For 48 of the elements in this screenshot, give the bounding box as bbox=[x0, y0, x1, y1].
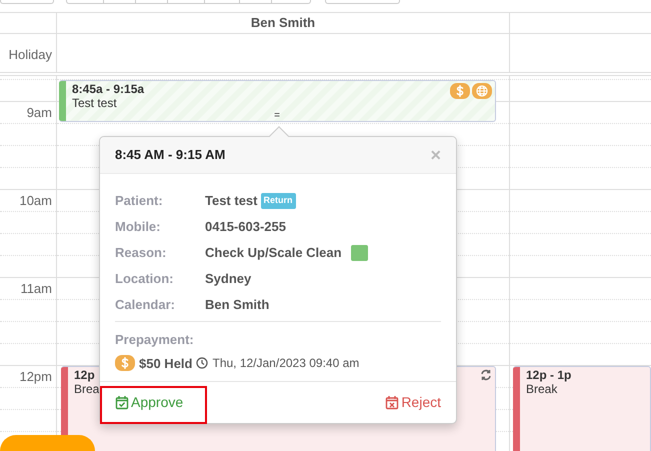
time-label: 12pm bbox=[18, 368, 53, 385]
event-title: Break bbox=[526, 382, 558, 396]
prepayment-amount: $50 Held bbox=[139, 354, 192, 372]
chat-button[interactable] bbox=[0, 435, 95, 451]
toolbar-button[interactable] bbox=[240, 0, 272, 4]
clock-icon bbox=[196, 357, 208, 370]
prepayment-label: Prepayment: bbox=[115, 331, 195, 349]
toolbar-button[interactable] bbox=[272, 0, 311, 4]
field-label: Mobile: bbox=[115, 218, 162, 236]
time-label: 10am bbox=[18, 192, 53, 209]
toolbar-button[interactable] bbox=[205, 0, 240, 4]
field-value: 0415-603-255 bbox=[205, 218, 286, 236]
toolbar-button[interactable] bbox=[66, 0, 104, 4]
time-label: 11am bbox=[19, 280, 53, 297]
field-value: Test test bbox=[205, 192, 258, 210]
field-value: Sydney bbox=[205, 270, 252, 288]
calendar-icon bbox=[385, 395, 400, 410]
approve-button[interactable]: Approve bbox=[115, 392, 184, 413]
column-header: Ben Smith bbox=[250, 14, 316, 32]
toolbar-button[interactable] bbox=[325, 0, 400, 4]
popover-title: 8:45 AM - 9:15 AM bbox=[115, 146, 226, 164]
globe-icon bbox=[472, 83, 492, 99]
dollar-icon bbox=[450, 83, 470, 99]
field-label: Calendar: bbox=[115, 296, 176, 314]
toolbar-button[interactable] bbox=[136, 0, 168, 4]
calendar-icon bbox=[115, 395, 129, 410]
field-label: Reason: bbox=[115, 244, 168, 262]
time-label: 9am bbox=[26, 104, 53, 121]
toolbar-button[interactable] bbox=[0, 0, 54, 4]
event-title: Test test bbox=[72, 96, 117, 110]
event-title: Brea bbox=[74, 382, 100, 396]
field-label: Location: bbox=[115, 270, 174, 288]
event-time: 8:45a - 9:15a bbox=[72, 82, 144, 96]
field-value: Check Up/Scale Clean bbox=[205, 244, 342, 262]
break-event[interactable]: 12p - 1p Break bbox=[513, 366, 651, 451]
dollar-icon bbox=[115, 355, 135, 372]
event-time: 12p bbox=[74, 368, 95, 382]
appointment-event[interactable]: 8:45a - 9:15a Test test = bbox=[59, 80, 496, 122]
return-tag: Return bbox=[260, 193, 296, 209]
field-value: Ben Smith bbox=[205, 296, 270, 314]
prepayment-time: Thu, 12/Jan/2023 09:40 am bbox=[212, 355, 360, 372]
toolbar-button[interactable] bbox=[168, 0, 205, 4]
reject-button[interactable]: Reject bbox=[385, 392, 441, 413]
event-time: 12p - 1p bbox=[526, 368, 572, 382]
field-label: Patient: bbox=[115, 192, 164, 210]
resize-handle[interactable]: = bbox=[274, 109, 280, 121]
toolbar-button[interactable] bbox=[104, 0, 136, 4]
all-day-label: Holiday bbox=[8, 46, 53, 64]
